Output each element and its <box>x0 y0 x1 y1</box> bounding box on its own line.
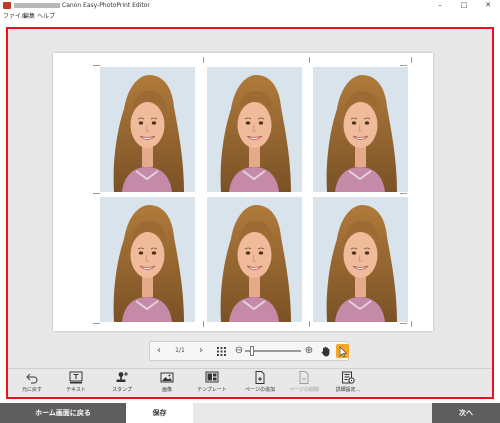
tool-label: ページの削除 <box>289 387 319 393</box>
crop-mark <box>93 65 100 66</box>
back-to-home-button[interactable]: ホーム画面に戻る <box>0 403 126 423</box>
tool-label: 画像 <box>161 387 172 393</box>
tool-label: テンプレート <box>197 387 227 393</box>
print-page[interactable] <box>53 53 433 331</box>
tool-image-button[interactable]: 画像 <box>143 371 191 397</box>
zoom-out-icon[interactable]: ⊖ <box>233 342 245 360</box>
menu-bar: ファイル 編集 ヘルプ <box>0 11 500 22</box>
portrait-image <box>313 67 408 192</box>
advanced-settings-icon <box>324 371 372 384</box>
tools-bar: 元に戻す テキスト スタンプ 画像 テンプレート ページの追加 ページの削除 詳細設定... <box>8 368 492 400</box>
photo-5[interactable] <box>207 197 302 322</box>
bottom-bar: ホーム画面に戻る 保存 次へ <box>0 403 500 423</box>
crop-mark <box>309 321 310 327</box>
title-redacted-block <box>14 3 60 8</box>
page-indicator: 1/1 <box>175 347 185 354</box>
next-page-button[interactable]: › <box>194 342 208 360</box>
photo-4[interactable] <box>100 197 195 322</box>
zoom-in-icon[interactable]: ⊕ <box>303 342 315 360</box>
window-title: Canon Easy-PhotoPrint Editor <box>62 2 150 9</box>
editing-area: ‹ 1/1 › ⊖ ⊕ 元に戻す テキスト スタンプ 画像 テンプレート ページの追加 ペー… <box>6 27 494 399</box>
save-button[interactable]: 保存 <box>126 403 193 423</box>
crop-mark <box>400 193 407 194</box>
text-icon <box>52 371 100 384</box>
crop-mark <box>203 321 204 327</box>
crop-mark <box>400 323 407 324</box>
photo-1[interactable] <box>100 67 195 192</box>
zoom-toolbar: ‹ 1/1 › ⊖ ⊕ <box>149 341 349 361</box>
next-button[interactable]: 次へ <box>432 403 500 423</box>
tool-advanced-settings-button[interactable]: 詳細設定... <box>324 371 372 397</box>
tool-delete-page-button[interactable]: ページの削除 <box>280 371 328 397</box>
grid-view-icon[interactable] <box>214 342 228 360</box>
menu-help[interactable]: ヘルプ <box>37 11 55 22</box>
close-button[interactable]: ✕ <box>476 0 500 11</box>
image-icon <box>143 371 191 384</box>
zoom-slider-handle[interactable] <box>250 346 254 356</box>
portrait-image <box>313 197 408 322</box>
crop-mark <box>400 65 407 66</box>
tool-text-button[interactable]: テキスト <box>52 371 100 397</box>
template-icon <box>188 371 236 384</box>
pointer-icon <box>339 346 347 358</box>
photo-3[interactable] <box>313 67 408 192</box>
minimize-button[interactable]: – <box>428 0 452 11</box>
delete-page-icon <box>280 371 328 384</box>
crop-mark <box>203 57 204 63</box>
tool-label: 詳細設定... <box>335 387 361 393</box>
crop-mark <box>411 57 412 63</box>
crop-mark <box>93 323 100 324</box>
crop-mark <box>411 321 412 327</box>
menu-edit[interactable]: 編集 <box>23 11 35 22</box>
bottom-spacer <box>193 403 432 423</box>
tool-add-page-button[interactable]: ページの追加 <box>236 371 284 397</box>
hand-tool-icon[interactable] <box>319 342 333 360</box>
select-pointer-button[interactable] <box>336 344 349 358</box>
tool-label: 元に戻す <box>21 387 42 393</box>
tool-template-button[interactable]: テンプレート <box>188 371 236 397</box>
undo-icon <box>8 371 56 384</box>
crop-mark <box>309 57 310 63</box>
portrait-image <box>207 67 302 192</box>
portrait-image <box>100 197 195 322</box>
tool-undo-button[interactable]: 元に戻す <box>8 371 56 397</box>
crop-mark <box>93 193 100 194</box>
photo-2[interactable] <box>207 67 302 192</box>
title-bar: Canon Easy-PhotoPrint Editor – □ ✕ <box>0 0 500 11</box>
portrait-image <box>100 67 195 192</box>
prev-page-button[interactable]: ‹ <box>152 342 166 360</box>
portrait-image <box>207 197 302 322</box>
maximize-button[interactable]: □ <box>452 0 476 11</box>
add-page-icon <box>236 371 284 384</box>
stamp-icon <box>98 371 146 384</box>
tool-label: テキスト <box>66 387 86 393</box>
photo-6[interactable] <box>313 197 408 322</box>
tool-stamp-button[interactable]: スタンプ <box>98 371 146 397</box>
tool-label: ページの追加 <box>245 387 275 393</box>
app-icon <box>3 2 11 9</box>
tool-label: スタンプ <box>112 387 132 393</box>
